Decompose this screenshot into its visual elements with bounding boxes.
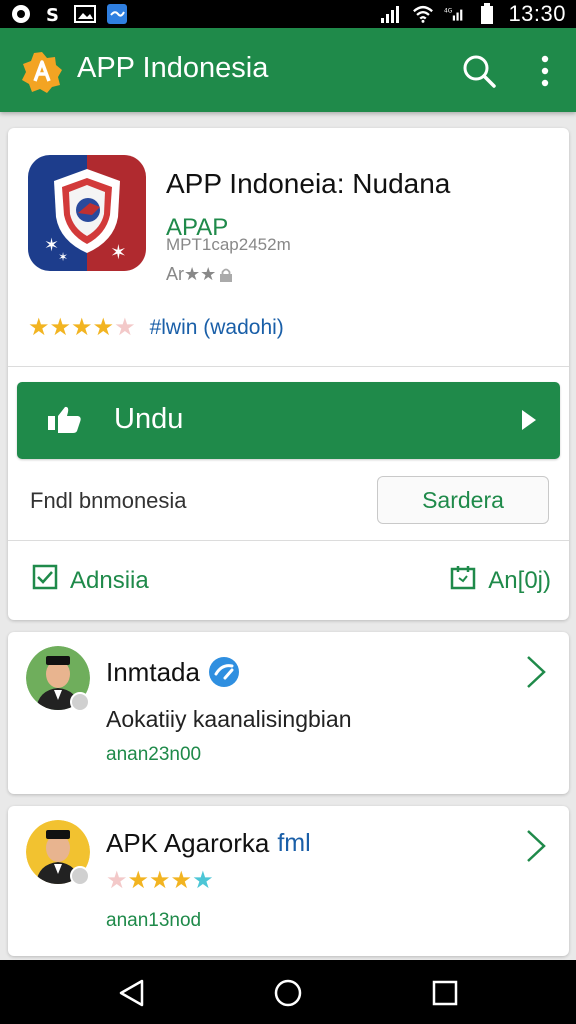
svg-text:✶: ✶ <box>110 240 127 264</box>
svg-text:✶: ✶ <box>58 250 68 264</box>
reviewer-name: APK Agarorka fml <box>106 828 311 859</box>
install-button[interactable]: Undu <box>17 382 560 459</box>
message-icon <box>106 3 128 25</box>
content-rating-label: Ar★★ <box>166 264 217 284</box>
signal-icon <box>380 3 402 25</box>
avatar-badge <box>70 866 90 886</box>
verified-badge-icon <box>208 656 240 688</box>
avatar-badge <box>70 692 90 712</box>
review-card[interactable]: Inmtada Aokatiiy kaanalisingbian anan23n… <box>8 632 569 794</box>
app-detail-card: ✶ ✶ ✶ APP Indoneia: Nudana APAP MPT1cap2… <box>8 128 569 620</box>
divider <box>8 366 569 367</box>
home-icon[interactable] <box>273 978 303 1008</box>
status-bar: S 4G 13:30 <box>0 0 576 28</box>
app-logo-icon[interactable] <box>20 50 64 94</box>
app-icon[interactable]: ✶ ✶ ✶ <box>28 155 146 271</box>
navigation-bar <box>0 960 576 1024</box>
battery-icon <box>476 3 498 25</box>
lte-signal-icon: 4G <box>444 3 466 25</box>
recents-icon[interactable] <box>430 978 460 1008</box>
checkbox-icon <box>32 564 58 597</box>
svg-text:✶: ✶ <box>44 235 59 256</box>
svg-text:S: S <box>46 5 59 24</box>
chevron-right-icon[interactable] <box>525 828 547 864</box>
language-label: Fndl bnmonesia <box>30 488 187 513</box>
image-icon <box>74 3 96 25</box>
rating-stars: ★★★★★ <box>28 314 136 341</box>
status-time: 13:30 <box>508 1 566 26</box>
reviewer-name-label: APK Agarorka <box>106 828 270 858</box>
reviewer-name: Inmtada <box>106 656 240 688</box>
play-arrow-icon <box>520 408 538 432</box>
s-notification-icon: S <box>42 3 64 25</box>
app-name: APP Indoneia: Nudana <box>166 168 451 199</box>
more-options-icon[interactable] <box>530 52 560 90</box>
secondary-button-label: Sardera <box>422 487 504 513</box>
action-right[interactable]: An[0j) <box>450 564 551 597</box>
app-rating: ★★★★★ #lwin (wadohi) <box>28 313 284 342</box>
action-left-label: Adnsiia <box>70 566 149 594</box>
divider <box>8 540 569 541</box>
chevron-right-icon[interactable] <box>525 654 547 690</box>
review-date: anan13nod <box>106 910 202 931</box>
calendar-icon <box>450 564 476 597</box>
review-date: anan23n00 <box>106 744 202 765</box>
lock-icon <box>218 267 234 283</box>
sync-icon <box>10 3 32 25</box>
secondary-button[interactable]: Sardera <box>377 476 549 524</box>
install-button-label: Undu <box>114 403 184 435</box>
reviewer-name-label: Inmtada <box>106 656 200 687</box>
content-rating: Ar★★ <box>166 264 234 285</box>
svg-text:4G: 4G <box>444 9 453 15</box>
action-right-label: An[0j) <box>488 566 551 594</box>
app-meta: MPT1cap2452m <box>166 235 291 254</box>
app-bar: APP Indonesia <box>0 28 576 112</box>
back-icon[interactable] <box>117 978 147 1008</box>
app-bar-title: APP Indonesia <box>77 52 269 84</box>
thumbs-up-icon <box>47 404 83 436</box>
search-icon[interactable] <box>460 52 498 90</box>
review-card[interactable]: APK Agarorka fml ★★★★★ anan13nod <box>8 806 569 956</box>
review-text: Aokatiiy kaanalisingbian <box>106 706 352 732</box>
review-rating-stars: ★★★★★ <box>106 867 214 894</box>
action-left[interactable]: Adnsiia <box>32 564 149 597</box>
reviewer-tag: fml <box>277 829 311 857</box>
rating-link[interactable]: #lwin (wadohi) <box>150 316 284 340</box>
wifi-icon <box>412 3 434 25</box>
